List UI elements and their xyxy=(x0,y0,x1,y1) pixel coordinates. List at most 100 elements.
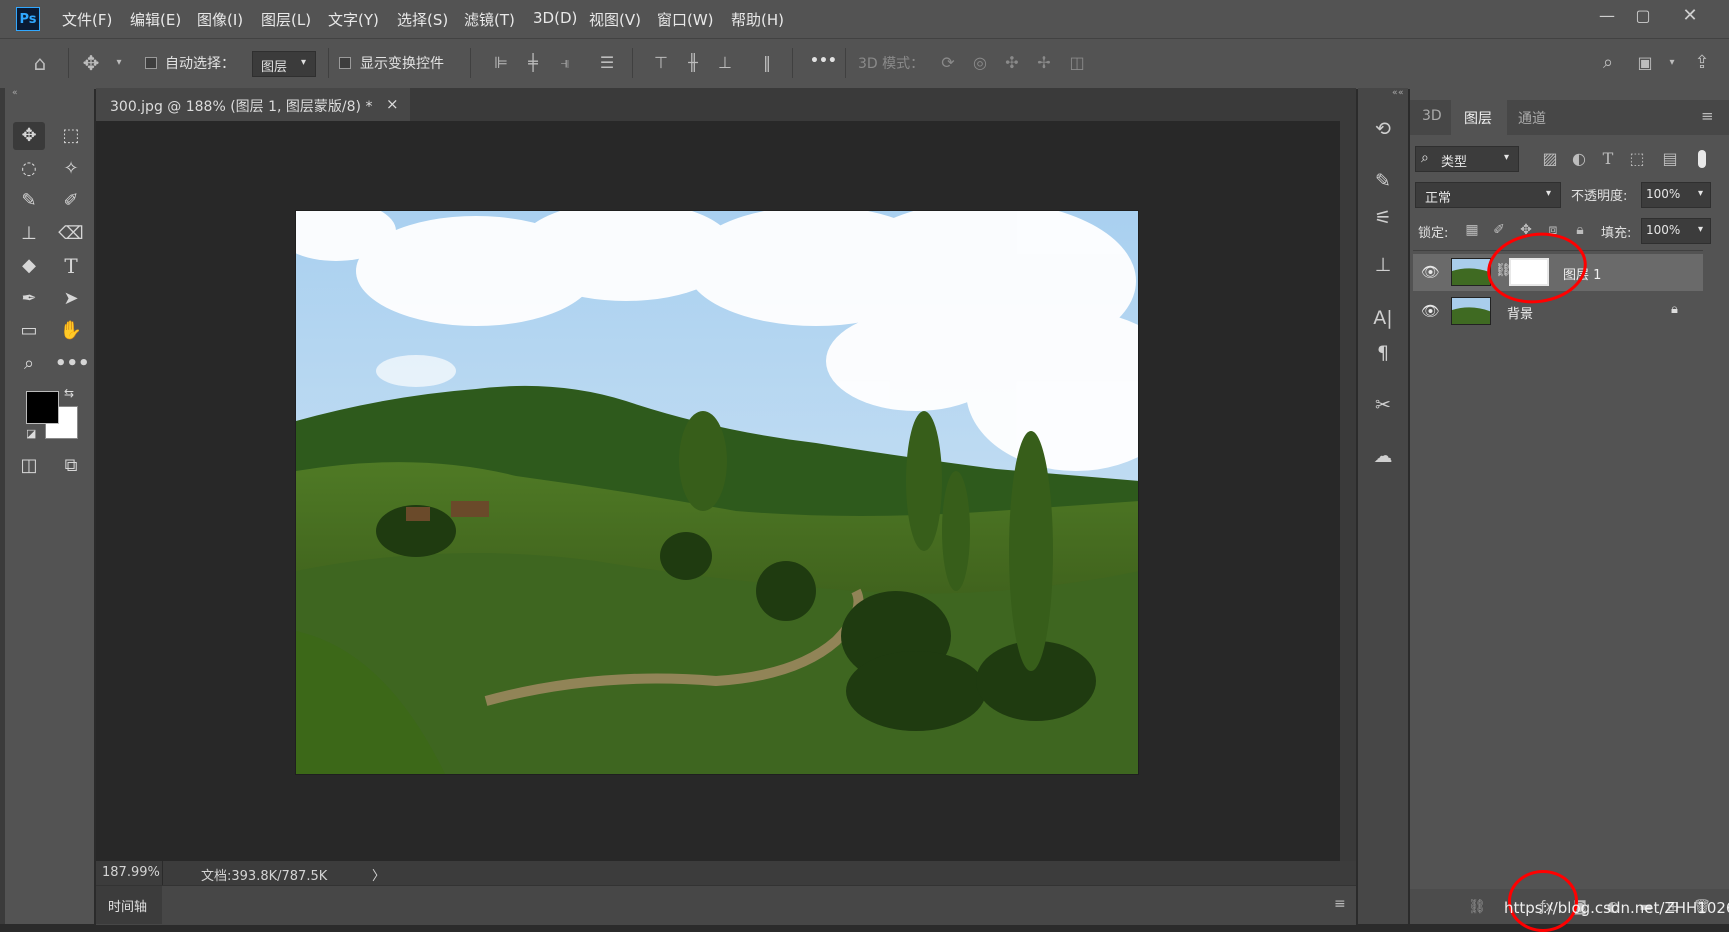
filter-shape-icon[interactable]: ⬚ xyxy=(1626,148,1648,170)
layer-name[interactable]: 背景 xyxy=(1507,303,1533,322)
tab-channels[interactable]: 通道 xyxy=(1518,108,1546,128)
menu-type[interactable]: 文字(Y) xyxy=(328,9,379,30)
path-selection-tool-icon[interactable]: ➤ xyxy=(55,285,87,313)
tools-settings-icon[interactable]: ✂ xyxy=(1368,390,1398,420)
blend-mode-dropdown[interactable]: 正常 ▾ xyxy=(1415,182,1561,208)
history-icon[interactable]: ⟲ xyxy=(1368,114,1398,144)
lock-transparent-icon[interactable]: ▦ xyxy=(1461,219,1483,241)
align-hcenter-icon[interactable]: ╪ xyxy=(522,52,544,74)
lasso-tool-icon[interactable]: ◌ xyxy=(13,155,45,183)
tab-3d[interactable]: 3D xyxy=(1422,108,1442,124)
rectangle-tool-icon[interactable]: ▭ xyxy=(13,317,45,345)
eyedropper-tool-icon[interactable]: ✎ xyxy=(13,187,45,215)
collapse-toolbar-icon[interactable]: « xyxy=(12,88,18,98)
opacity-input[interactable]: 100% ▾ xyxy=(1641,182,1711,208)
layer-row-background[interactable]: 👁︎ 背景 🔒︎ xyxy=(1413,293,1703,330)
lock-all-icon[interactable]: 🔒︎ xyxy=(1569,219,1591,241)
workspace-icon[interactable]: ▣ xyxy=(1634,52,1656,74)
align-left-icon[interactable]: ⊫ xyxy=(490,52,512,74)
stamp-tool-icon[interactable]: ⊥ xyxy=(13,220,45,248)
3d-slide-icon[interactable]: ✢ xyxy=(1033,52,1055,74)
home-icon[interactable]: ⌂ xyxy=(29,52,51,74)
menu-window[interactable]: 窗口(W) xyxy=(657,9,714,30)
maximize-icon[interactable]: ▢ xyxy=(1630,4,1656,28)
collapse-strip-icon[interactable]: « xyxy=(1392,88,1398,98)
landscape-image[interactable] xyxy=(295,210,1139,775)
menu-help[interactable]: 帮助(H) xyxy=(731,9,784,30)
visibility-eye-icon[interactable]: 👁︎ xyxy=(1421,263,1440,281)
menu-layer[interactable]: 图层(L) xyxy=(261,9,311,30)
menu-3d[interactable]: 3D(D) xyxy=(533,9,577,27)
status-menu-arrow-icon[interactable]: 〉 xyxy=(372,865,385,884)
collapse-panel-icon[interactable]: « xyxy=(1398,88,1404,98)
adjustments-icon[interactable]: ⚟ xyxy=(1368,203,1398,233)
character-icon[interactable]: A| xyxy=(1368,303,1398,333)
pen-tool-icon[interactable]: ✒ xyxy=(13,285,45,313)
auto-select-dropdown[interactable]: 图层 ▾ xyxy=(252,51,316,77)
align-bottom-icon[interactable]: ⊥ xyxy=(714,52,736,74)
layer-thumbnail[interactable] xyxy=(1451,258,1491,286)
distribute-horizontal-icon[interactable]: ‖ xyxy=(756,52,778,74)
panel-menu-icon[interactable]: ≡ xyxy=(1334,896,1346,912)
close-tab-icon[interactable]: × xyxy=(386,95,399,113)
menu-edit[interactable]: 编辑(E) xyxy=(130,9,181,30)
swap-colors-icon[interactable]: ⇆ xyxy=(64,386,74,400)
filter-pixel-icon[interactable]: ▨ xyxy=(1539,148,1561,170)
share-icon[interactable]: ⇪ xyxy=(1691,52,1713,74)
default-colors-icon[interactable]: ◪ xyxy=(26,427,36,440)
layer-thumbnail[interactable] xyxy=(1451,297,1491,325)
search-icon[interactable]: ⌕ xyxy=(1597,52,1619,74)
move-tool-icon[interactable]: ✥ xyxy=(13,122,45,150)
menu-file[interactable]: 文件(F) xyxy=(62,9,112,30)
lock-image-icon[interactable]: ✐ xyxy=(1488,219,1510,241)
3d-roll-icon[interactable]: ◎ xyxy=(969,52,991,74)
chevron-down-icon[interactable]: ▾ xyxy=(1661,52,1683,74)
filter-toggle-icon[interactable] xyxy=(1698,150,1706,168)
filter-smart-object-icon[interactable]: ▤ xyxy=(1659,148,1681,170)
align-vcenter-icon[interactable]: ╫ xyxy=(682,52,704,74)
magic-wand-tool-icon[interactable]: ✧ xyxy=(55,155,87,183)
distribute-vertical-icon[interactable]: ☰ xyxy=(596,52,618,74)
eraser-tool-icon[interactable]: ⌫ xyxy=(55,220,87,248)
move-tool-icon[interactable]: ✥ xyxy=(80,52,102,74)
show-transform-checkbox[interactable] xyxy=(339,57,351,69)
layer-filter-dropdown[interactable]: ⌕ 类型 ▾ xyxy=(1415,146,1519,172)
close-window-icon[interactable]: ✕ xyxy=(1677,4,1703,28)
menu-view[interactable]: 视图(V) xyxy=(589,9,641,30)
brush-tool-icon[interactable]: ✐ xyxy=(55,187,87,215)
auto-select-checkbox[interactable] xyxy=(145,57,157,69)
3d-orbit-icon[interactable]: ⟳ xyxy=(937,52,959,74)
vertical-scrollbar[interactable] xyxy=(1340,121,1356,861)
align-right-icon[interactable]: ⫣ xyxy=(554,52,576,74)
menu-filter[interactable]: 滤镜(T) xyxy=(464,9,515,30)
quick-mask-icon[interactable]: ◫ xyxy=(13,452,45,480)
foreground-color-swatch[interactable] xyxy=(26,391,59,424)
menu-select[interactable]: 选择(S) xyxy=(397,9,448,30)
menu-image[interactable]: 图像(I) xyxy=(197,9,243,30)
filter-type-icon[interactable]: T xyxy=(1597,148,1619,170)
brush-settings-icon[interactable]: ✎ xyxy=(1368,166,1398,196)
type-tool-icon[interactable]: T xyxy=(55,252,87,280)
more-tools-icon[interactable]: ••• xyxy=(55,350,90,378)
marquee-tool-icon[interactable]: ⬚ xyxy=(55,122,87,150)
document-tab[interactable]: 300.jpg @ 188% (图层 1, 图层蒙版/8) * × xyxy=(96,88,410,121)
screen-mode-icon[interactable]: ⧉ xyxy=(55,452,87,480)
align-top-icon[interactable]: ⊤ xyxy=(650,52,672,74)
fill-input[interactable]: 100% ▾ xyxy=(1641,218,1711,244)
chevron-down-icon[interactable]: ▾ xyxy=(108,52,130,74)
paint-bucket-tool-icon[interactable]: ◆ xyxy=(13,252,45,280)
clone-source-icon[interactable]: ⊥ xyxy=(1368,250,1398,280)
filter-adjustment-icon[interactable]: ◐ xyxy=(1568,148,1590,170)
hand-tool-icon[interactable]: ✋ xyxy=(55,317,87,345)
paragraph-icon[interactable]: ¶ xyxy=(1368,338,1398,368)
zoom-level[interactable]: 187.99% xyxy=(102,865,160,880)
zoom-tool-icon[interactable]: ⌕ xyxy=(13,350,45,378)
libraries-icon[interactable]: ☁ xyxy=(1368,441,1398,471)
minimize-icon[interactable]: — xyxy=(1594,4,1620,28)
link-layers-icon[interactable]: ⛓︎ xyxy=(1466,896,1488,918)
visibility-eye-icon[interactable]: 👁︎ xyxy=(1421,302,1440,320)
3d-camera-icon[interactable]: ◫ xyxy=(1066,52,1088,74)
timeline-tab[interactable]: 时间轴 xyxy=(96,886,162,924)
more-options-icon[interactable]: ••• xyxy=(810,53,837,69)
panel-menu-icon[interactable]: ≡ xyxy=(1701,107,1714,125)
